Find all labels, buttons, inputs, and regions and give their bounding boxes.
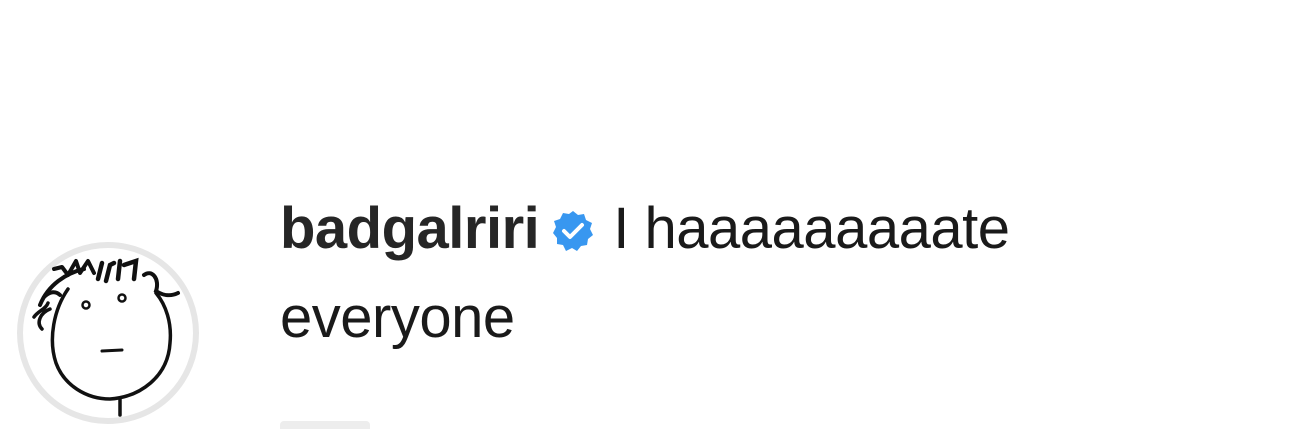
next-row-cutoff: [280, 421, 370, 429]
comment-username[interactable]: badgalriri: [280, 196, 540, 261]
profile-avatar[interactable]: [10, 239, 206, 425]
doodle-face-icon: [17, 242, 199, 424]
comment-row: badgalriri I haaaaaaaaate everyone: [0, 0, 1290, 429]
verified-badge-icon: [551, 209, 595, 253]
comment-text-block: badgalriri I haaaaaaaaate everyone: [280, 184, 1240, 362]
